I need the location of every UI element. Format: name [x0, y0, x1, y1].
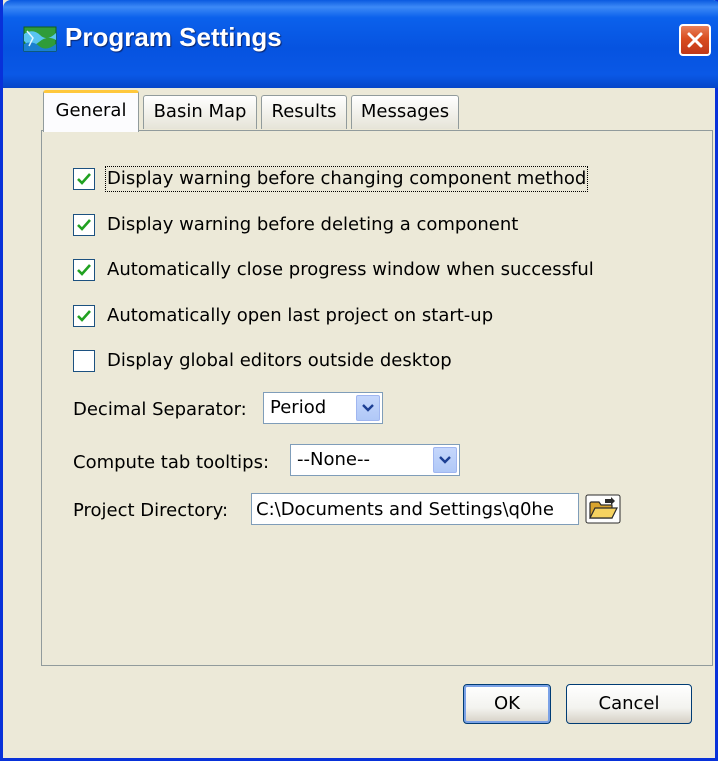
title-bar[interactable]: Program Settings — [3, 0, 718, 88]
checkbox-box[interactable] — [73, 259, 95, 281]
checkmark-icon — [77, 310, 91, 322]
compute-tab-tooltips-label: Compute tab tooltips: — [73, 452, 270, 473]
checkbox-box[interactable] — [73, 168, 95, 190]
checkmark-icon — [77, 219, 91, 231]
chevron-down-icon — [439, 456, 451, 464]
project-directory-input[interactable] — [251, 493, 579, 525]
checkbox-label: Display warning before changing componen… — [104, 166, 589, 192]
tab-messages-label: Messages — [360, 101, 450, 122]
dropdown-button[interactable] — [356, 395, 380, 421]
checkbox-box[interactable] — [73, 305, 95, 327]
checkbox-label: Automatically open last project on start… — [107, 305, 494, 326]
close-icon — [687, 32, 703, 48]
folder-open-icon — [585, 494, 621, 524]
tab-messages[interactable]: Messages — [351, 95, 459, 129]
cancel-button[interactable]: Cancel — [566, 684, 692, 724]
decimal-separator-select[interactable]: Period — [263, 392, 383, 424]
tab-general-label: General — [55, 100, 127, 121]
checkbox-label: Automatically close progress window when… — [107, 259, 594, 280]
checkmark-icon — [77, 173, 91, 185]
checkmark-icon — [77, 264, 91, 276]
decimal-separator-value: Period — [270, 397, 327, 418]
chevron-down-icon — [362, 404, 374, 412]
browse-folder-button[interactable] — [585, 494, 621, 524]
basin-map-icon — [23, 26, 57, 52]
checkbox-label: Display warning before deleting a compon… — [107, 214, 519, 235]
cancel-button-label: Cancel — [598, 693, 660, 714]
tab-results[interactable]: Results — [261, 95, 347, 129]
tab-results-label: Results — [271, 101, 337, 122]
decimal-separator-label: Decimal Separator: — [73, 399, 247, 420]
window-title: Program Settings — [65, 22, 282, 52]
compute-tab-tooltips-value: --None-- — [297, 449, 370, 470]
ok-button-label: OK — [494, 693, 520, 714]
tab-general[interactable]: General — [43, 90, 139, 132]
compute-tab-tooltips-select[interactable]: --None-- — [290, 444, 460, 476]
project-directory-label: Project Directory: — [73, 500, 229, 521]
tab-basin-map-label: Basin Map — [153, 101, 247, 122]
tab-basin-map[interactable]: Basin Map — [143, 95, 257, 129]
program-settings-dialog: Program Settings General Basin Map Resul… — [0, 0, 718, 761]
ok-button[interactable]: OK — [463, 684, 551, 724]
checkbox-label: Display global editors outside desktop — [107, 350, 452, 371]
checkbox-box[interactable] — [73, 350, 95, 372]
checkbox-box[interactable] — [73, 214, 95, 236]
dropdown-button[interactable] — [433, 447, 457, 473]
close-button[interactable] — [679, 24, 711, 56]
